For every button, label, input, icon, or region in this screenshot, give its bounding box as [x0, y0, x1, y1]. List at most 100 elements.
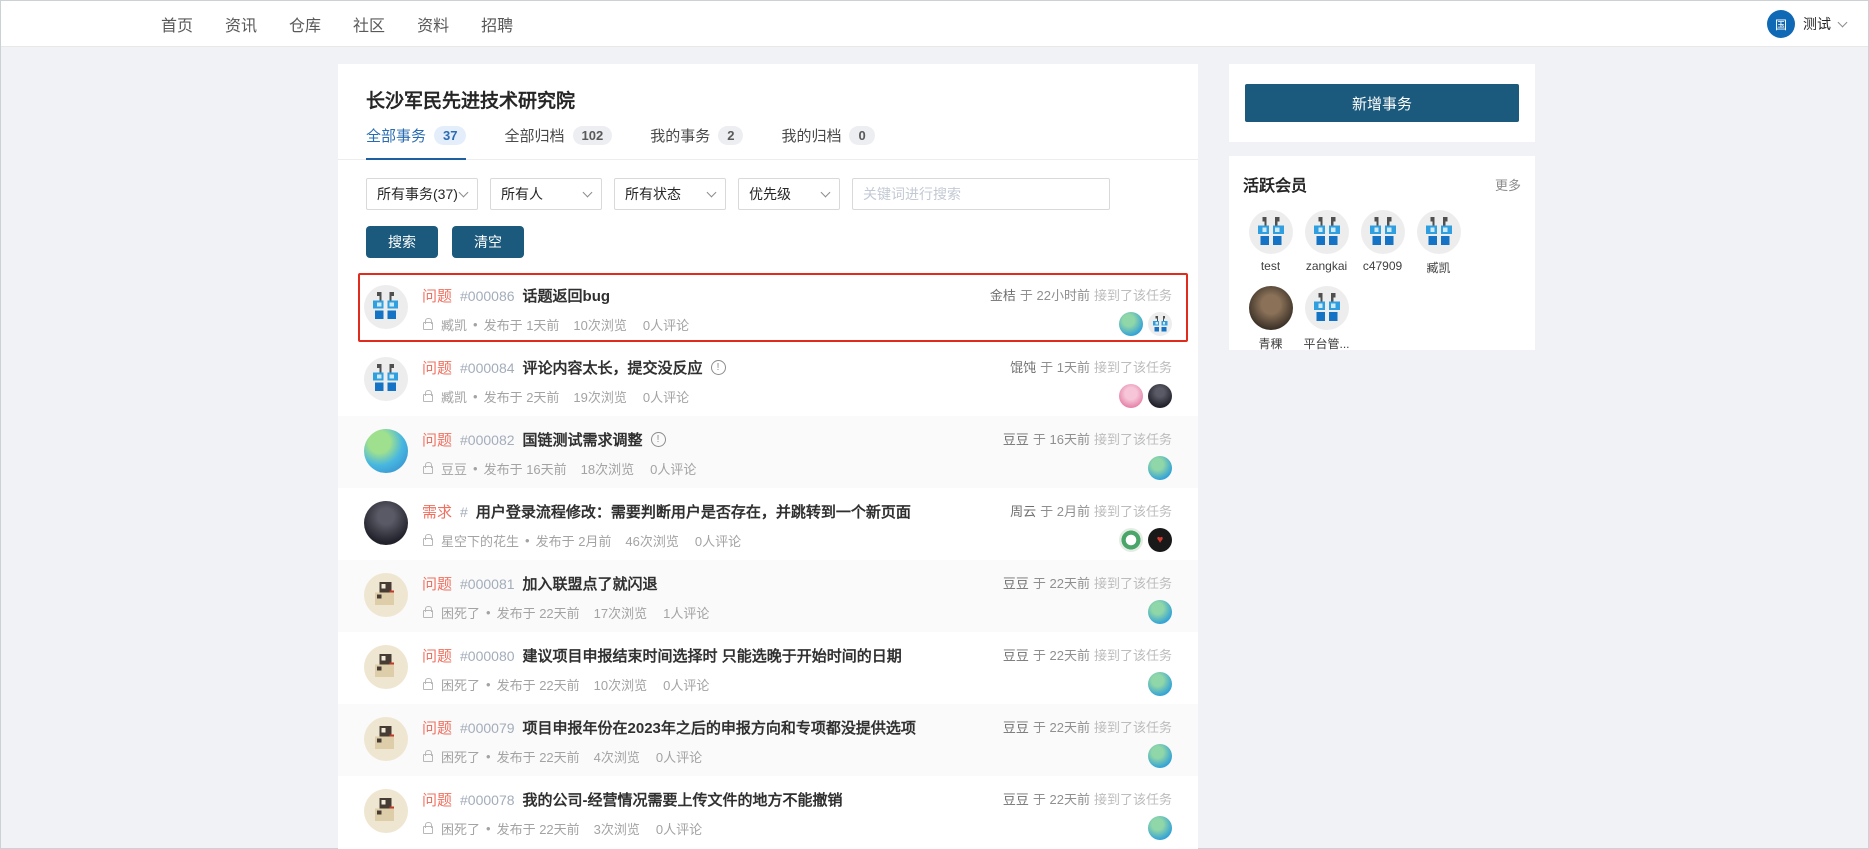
issue-comments: 0人评论 [643, 387, 689, 406]
assignee-name[interactable]: 豆豆 [1003, 648, 1029, 663]
assignee-name[interactable]: 馄饨 [1010, 360, 1036, 375]
issue-views: 46次浏览 [625, 531, 678, 550]
issue-title[interactable]: 话题返回bug [523, 285, 611, 306]
black-heart-avatar[interactable] [1148, 528, 1172, 552]
member-item[interactable]: 臧凯 [1411, 210, 1466, 276]
blue-butterfly-avatar[interactable] [364, 357, 408, 401]
member-item[interactable]: test [1243, 210, 1298, 276]
issue-assignment: 豆豆于 22天前接到了该任务 [962, 789, 1172, 840]
dog-avatar[interactable] [364, 645, 408, 689]
blue-butterfly-avatar[interactable] [1148, 312, 1172, 336]
nav-item[interactable]: 招聘 [481, 12, 513, 36]
assignee-name[interactable]: 金桔 [990, 288, 1016, 303]
user-menu[interactable]: 国 测试 [1767, 1, 1846, 47]
member-item[interactable]: 青稞 [1243, 286, 1298, 352]
blue-butterfly-avatar[interactable] [1305, 210, 1349, 254]
more-link[interactable]: 更多 [1495, 175, 1521, 194]
chevron-down-icon [707, 188, 717, 198]
filter-select[interactable]: 所有人 [490, 178, 602, 210]
issue-row[interactable]: 问题 #000084 评论内容太长，提交没反应 臧凯 • 发布于 2天前 19次… [338, 344, 1198, 416]
assignee-name[interactable]: 豆豆 [1003, 432, 1029, 447]
issue-title[interactable]: 建议项目申报结束时间选择时 只能选晚于开始时间的日期 [523, 645, 902, 666]
assignee-name[interactable]: 周云 [1010, 504, 1036, 519]
cartoon-avatar[interactable] [364, 429, 408, 473]
assignee-name[interactable]: 豆豆 [1003, 792, 1029, 807]
search-button[interactable]: 搜索 [366, 226, 438, 258]
issue-title[interactable]: 评论内容太长，提交没反应 [523, 357, 703, 378]
filter-select[interactable]: 所有状态 [614, 178, 726, 210]
tab[interactable]: 全部事务 37 [366, 125, 466, 160]
issue-title[interactable]: 加入联盟点了就闪退 [523, 573, 658, 594]
member-name: 平台管... [1303, 335, 1349, 352]
filter-select[interactable]: 优先级 [738, 178, 840, 210]
globe-avatar[interactable] [1148, 744, 1172, 768]
nav-item[interactable]: 社区 [353, 12, 385, 36]
nav-item[interactable]: 首页 [161, 12, 193, 36]
blue-butterfly-avatar[interactable] [1305, 286, 1349, 330]
assignee-name[interactable]: 豆豆 [1003, 576, 1029, 591]
meta-bullet: • [486, 749, 491, 764]
info-icon [651, 432, 666, 447]
nav-item[interactable]: 仓库 [289, 12, 321, 36]
issue-main: 问题 #000081 加入联盟点了就闪退 困死了 • 发布于 22天前 17次浏… [422, 573, 962, 622]
user-avatar[interactable]: 国 [1767, 10, 1795, 38]
blue-butterfly-avatar[interactable] [364, 285, 408, 329]
clear-button[interactable]: 清空 [452, 226, 524, 258]
issue-title[interactable]: 项目申报年份在2023年之后的申报方向和专项都没提供选项 [523, 717, 916, 738]
member-item[interactable]: c47909 [1355, 210, 1410, 276]
meta-bullet: • [473, 317, 478, 332]
nav-item[interactable]: 资料 [417, 12, 449, 36]
globe-avatar[interactable] [1148, 600, 1172, 624]
issue-row[interactable]: 问题 #000080 建议项目申报结束时间选择时 只能选晚于开始时间的日期 困死… [338, 632, 1198, 704]
issue-author[interactable]: 星空下的花生 [441, 531, 519, 550]
dog-avatar[interactable] [364, 717, 408, 761]
dog-avatar[interactable] [364, 789, 408, 833]
issue-row[interactable]: 需求 # 用户登录流程修改：需要判断用户是否存在，并跳转到一个新页面 星空下的花… [338, 488, 1198, 560]
issue-author[interactable]: 困死了 [441, 747, 480, 766]
globe-avatar[interactable] [1148, 672, 1172, 696]
blue-butterfly-avatar[interactable] [1361, 210, 1405, 254]
issue-row[interactable]: 问题 #000082 国链测试需求调整 豆豆 • 发布于 16天前 18次浏览 … [338, 416, 1198, 488]
issue-author[interactable]: 困死了 [441, 819, 480, 838]
tab[interactable]: 我的事务 2 [650, 125, 743, 160]
issue-row[interactable]: 问题 #000079 项目申报年份在2023年之后的申报方向和专项都没提供选项 … [338, 704, 1198, 776]
assigned-action-text: 接到了该任务 [1094, 792, 1172, 807]
issue-assignment: 金桔于 22小时前接到了该任务 [962, 285, 1172, 336]
girl-avatar[interactable] [364, 501, 408, 545]
dog-avatar[interactable] [364, 573, 408, 617]
globe-avatar[interactable] [1119, 312, 1143, 336]
issue-title[interactable]: 用户登录流程修改：需要判断用户是否存在，并跳转到一个新页面 [476, 501, 911, 522]
new-issue-button[interactable]: 新增事务 [1245, 84, 1519, 122]
globe-avatar[interactable] [1148, 816, 1172, 840]
issue-author[interactable]: 豆豆 [441, 459, 467, 478]
blue-butterfly-avatar[interactable] [1417, 210, 1461, 254]
search-input[interactable] [852, 178, 1110, 210]
assignee-name[interactable]: 豆豆 [1003, 720, 1029, 735]
tab[interactable]: 全部归档 102 [504, 125, 612, 160]
member-item[interactable]: 平台管... [1299, 286, 1354, 352]
pink-flower-avatar[interactable] [1119, 384, 1143, 408]
active-members-title: 活跃会员 [1243, 172, 1307, 196]
globe-avatar[interactable] [1148, 456, 1172, 480]
issue-row[interactable]: 问题 #000086 话题返回bug 臧凯 • 发布于 1天前 10次浏览 0人… [338, 272, 1198, 344]
member-item[interactable]: zangkai [1299, 210, 1354, 276]
portrait-avatar[interactable] [1249, 286, 1293, 330]
tab[interactable]: 我的归档 0 [781, 125, 874, 160]
issue-row[interactable]: 问题 #000078 我的公司-经营情况需要上传文件的地方不能撤销 困死了 • … [338, 776, 1198, 848]
emblem-avatar[interactable] [1119, 528, 1143, 552]
issue-main: 问题 #000080 建议项目申报结束时间选择时 只能选晚于开始时间的日期 困死… [422, 645, 962, 694]
issue-author[interactable]: 困死了 [441, 675, 480, 694]
issue-title[interactable]: 我的公司-经营情况需要上传文件的地方不能撤销 [523, 789, 843, 810]
issue-views: 18次浏览 [581, 459, 634, 478]
unlock-icon [423, 682, 433, 690]
issue-title[interactable]: 国链测试需求调整 [523, 429, 643, 450]
filter-select-value: 所有状态 [625, 184, 681, 204]
nav-item[interactable]: 资讯 [225, 12, 257, 36]
issue-author[interactable]: 困死了 [441, 603, 480, 622]
issue-row[interactable]: 问题 #000081 加入联盟点了就闪退 困死了 • 发布于 22天前 17次浏… [338, 560, 1198, 632]
girl-avatar[interactable] [1148, 384, 1172, 408]
blue-butterfly-avatar[interactable] [1249, 210, 1293, 254]
issue-author[interactable]: 臧凯 [441, 315, 467, 334]
issue-author[interactable]: 臧凯 [441, 387, 467, 406]
filter-select[interactable]: 所有事务(37) [366, 178, 478, 210]
